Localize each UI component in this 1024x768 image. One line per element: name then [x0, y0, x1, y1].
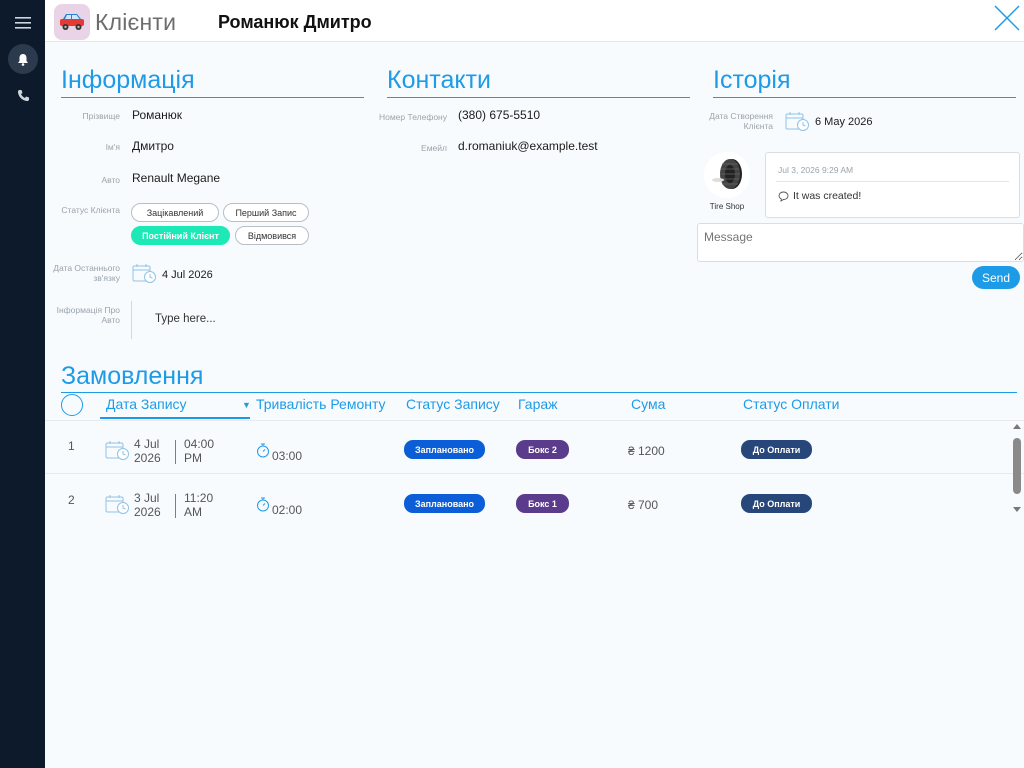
email-value[interactable]: d.romaniuk@example.test	[458, 139, 598, 153]
top-bar: Клієнти Романюк Дмитро	[45, 0, 1024, 42]
close-icon	[994, 5, 1020, 31]
sort-underline	[100, 417, 250, 419]
notifications-button[interactable]	[8, 44, 38, 74]
status-chip-first-visit[interactable]: Перший Запис	[223, 203, 309, 222]
history-entry-divider	[776, 181, 1009, 182]
date-time-divider	[175, 494, 176, 518]
car-icon	[60, 14, 84, 30]
date-time-divider	[175, 440, 176, 464]
last-contact-label-line2: зв'язку	[93, 273, 120, 283]
stopwatch-icon	[257, 497, 269, 512]
created-label: Дата Створення Клієнта	[697, 111, 773, 131]
order-duration: 02:00	[272, 503, 303, 517]
phone-icon	[17, 89, 29, 101]
row-number: 1	[68, 439, 75, 453]
name-value[interactable]: Дмитро	[132, 139, 174, 153]
car-info-label-line2: Авто	[101, 315, 120, 325]
order-sum: ₴ 1200	[628, 444, 665, 458]
table-scrollbar[interactable]	[1012, 422, 1022, 514]
sort-desc-icon[interactable]: ▼	[242, 400, 251, 410]
column-header-sum[interactable]: Сума	[631, 396, 665, 412]
order-date-year: 2026	[134, 451, 161, 465]
history-entry-time: Jul 3, 2026 9:29 AM	[778, 165, 854, 175]
order-time-ampm: AM	[184, 505, 202, 519]
phone-label: Номер Телефону	[378, 112, 447, 122]
column-header-duration[interactable]: Тривалість Ремонту	[256, 396, 386, 412]
tire-icon	[712, 159, 742, 189]
history-entry-text: It was created!	[793, 190, 862, 202]
created-value[interactable]: 6 May 2026	[815, 116, 872, 128]
surname-label: Прізвище	[82, 111, 120, 121]
select-all-checkbox[interactable]	[61, 394, 83, 416]
order-date-day: 4 Jul	[134, 437, 160, 451]
created-label-line2: Клієнта	[743, 121, 773, 131]
status-chip-regular[interactable]: Постійний Клієнт	[131, 226, 230, 245]
order-status-badge[interactable]: Заплановано	[404, 440, 485, 459]
author-name: Tire Shop	[709, 202, 745, 211]
app-icon	[54, 4, 90, 40]
order-duration: 03:00	[272, 449, 303, 463]
column-header-garage[interactable]: Гараж	[518, 396, 558, 412]
history-section-title: Історія	[713, 66, 1016, 98]
email-label: Емейл	[421, 143, 447, 153]
order-time: 04:00	[184, 437, 215, 451]
status-chip-declined[interactable]: Відмовився	[235, 226, 309, 245]
column-header-payment[interactable]: Статус Оплати	[743, 396, 840, 412]
garage-badge[interactable]: Бокс 1	[516, 494, 569, 513]
calendar-clock-icon	[105, 441, 129, 460]
car-value[interactable]: Renault Megane	[132, 171, 220, 185]
menu-button[interactable]	[8, 8, 38, 38]
order-date-day: 3 Jul	[134, 491, 160, 505]
last-contact-label-line1: Дата Останнього	[53, 263, 120, 273]
orders-section-title: Замовлення	[61, 362, 1017, 393]
order-sum: ₴ 700	[628, 498, 659, 512]
column-header-date[interactable]: Дата Запису	[106, 396, 187, 412]
status-chip-interested[interactable]: Зацікавлений	[131, 203, 219, 222]
app-title: Клієнти	[95, 9, 177, 35]
car-label: Авто	[101, 175, 120, 185]
order-status-badge[interactable]: Заплановано	[404, 494, 485, 513]
payment-status-badge[interactable]: До Оплати	[741, 494, 812, 513]
order-time: 11:20	[184, 491, 214, 505]
calendar-clock-icon[interactable]	[785, 111, 810, 132]
calls-button[interactable]	[8, 80, 38, 110]
left-rail	[0, 0, 45, 768]
surname-value[interactable]: Романюк	[132, 108, 182, 122]
send-button[interactable]: Send	[972, 266, 1020, 289]
stopwatch-icon	[257, 443, 269, 458]
bell-icon	[18, 53, 28, 66]
order-time-ampm: PM	[184, 451, 202, 465]
row-divider	[45, 473, 1024, 474]
author-avatar	[704, 152, 750, 198]
message-input[interactable]	[697, 223, 1024, 262]
row-number: 2	[68, 493, 75, 507]
client-name: Романюк Дмитро	[218, 12, 372, 32]
table-header-divider	[45, 420, 1024, 421]
scrollbar-graphic	[1013, 424, 1021, 512]
close-button[interactable]	[993, 4, 1021, 32]
payment-status-badge[interactable]: До Оплати	[741, 440, 812, 459]
column-header-status[interactable]: Статус Запису	[406, 396, 500, 412]
calendar-clock-icon	[105, 495, 129, 514]
client-status-label: Статус Клієнта	[61, 205, 120, 215]
order-date-year: 2026	[134, 505, 161, 519]
contacts-section-title: Контакти	[387, 66, 690, 98]
calendar-clock-icon[interactable]	[132, 263, 157, 284]
car-info-input[interactable]: Type here...	[131, 301, 291, 339]
name-label: Ім'я	[105, 142, 120, 152]
info-section-title: Інформація	[61, 66, 364, 98]
menu-icon	[15, 17, 31, 29]
created-label-line1: Дата Створення	[709, 111, 773, 121]
car-info-label-line1: Інформація Про	[56, 305, 120, 315]
phone-value[interactable]: (380) 675-5510	[458, 108, 540, 122]
last-contact-value[interactable]: 4 Jul 2026	[162, 269, 213, 281]
last-contact-label: Дата Останнього зв'язку	[45, 263, 120, 283]
garage-badge[interactable]: Бокс 2	[516, 440, 569, 459]
comment-icon	[778, 191, 789, 202]
history-entry: Jul 3, 2026 9:29 AM It was created!	[765, 152, 1020, 218]
car-info-label: Інформація Про Авто	[45, 305, 120, 325]
